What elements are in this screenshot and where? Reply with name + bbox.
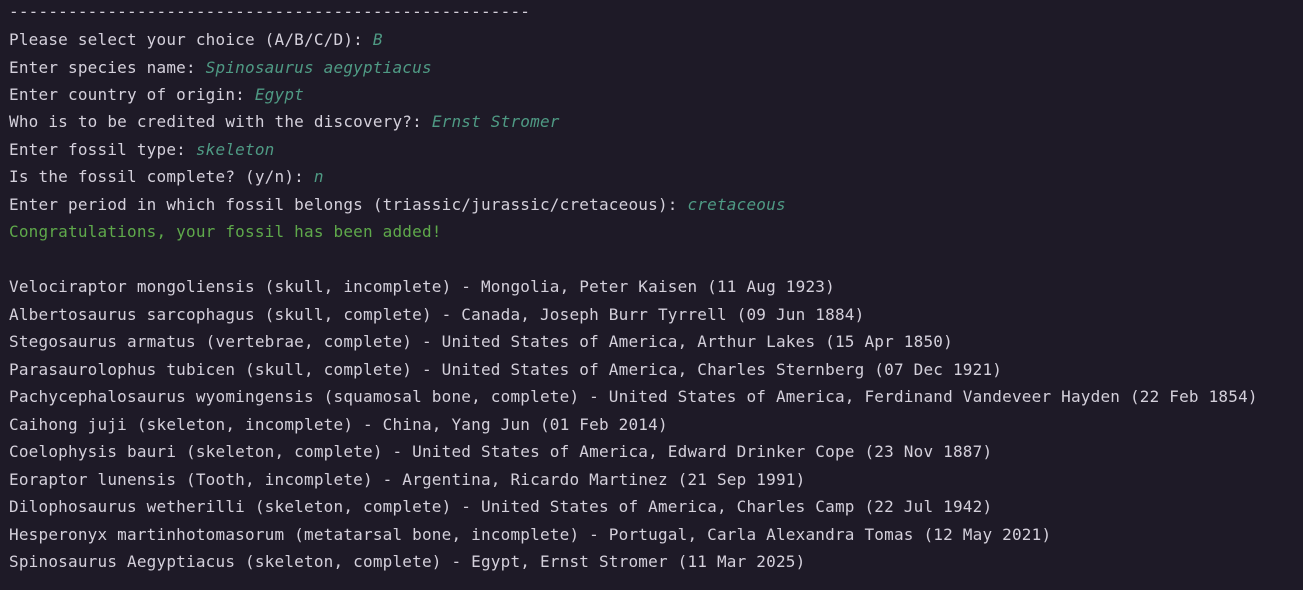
separator-line: ----------------------------------------… (9, 2, 531, 21)
prompt-line-complete: Is the fossil complete? (y/n): n (9, 166, 324, 188)
prompt-line-discoverer: Who is to be credited with the discovery… (9, 111, 560, 133)
fossil-list-item: Velociraptor mongoliensis (skull, incomp… (9, 277, 835, 296)
fossil-list-item: Spinosaurus Aegyptiacus (skeleton, compl… (9, 552, 806, 571)
fossil-list-item: Albertosaurus sarcophagus (skull, comple… (9, 305, 865, 324)
prompt-line-species: Enter species name: Spinosaurus aegyptia… (9, 57, 432, 79)
fossil-list-item: Coelophysis bauri (skeleton, complete) -… (9, 442, 993, 461)
prompt-input-value: Ernst Stromer (431, 112, 560, 131)
prompt-input-value: skeleton (195, 140, 275, 159)
prompt-input-value: n (313, 167, 324, 186)
fossil-list-item: Dilophosaurus wetherilli (skeleton, comp… (9, 497, 993, 516)
prompt-line-country: Enter country of origin: Egypt (9, 84, 304, 106)
prompt-line-choice: Please select your choice (A/B/C/D): B (9, 29, 383, 51)
prompt-label: Is the fossil complete? (y/n): (9, 167, 314, 186)
fossil-list-item: Hesperonyx martinhotomasorum (metatarsal… (9, 525, 1052, 544)
prompt-label: Enter country of origin: (9, 85, 255, 104)
prompt-input-value: Spinosaurus aegyptiacus (205, 58, 432, 77)
prompt-label: Please select your choice (A/B/C/D): (9, 30, 373, 49)
fossil-list-item: Eoraptor lunensis (Tooth, incomplete) - … (9, 470, 806, 489)
prompt-label: Enter species name: (9, 58, 206, 77)
prompt-input-value: B (372, 30, 383, 49)
fossil-list-item: Stegosaurus armatus (vertebrae, complete… (9, 332, 953, 351)
prompt-label: Who is to be credited with the discovery… (9, 112, 432, 131)
prompt-line-fossil-type: Enter fossil type: skeleton (9, 139, 275, 161)
fossil-list-item: Caihong juji (skeleton, incomplete) - Ch… (9, 415, 668, 434)
terminal-output: ----------------------------------------… (9, 0, 1303, 590)
prompt-input-value: Egypt (254, 85, 304, 104)
fossil-list-item: Parasaurolophus tubicen (skull, complete… (9, 360, 1003, 379)
prompt-input-value: cretaceous (687, 195, 786, 214)
prompt-label: Enter period in which fossil belongs (tr… (9, 195, 688, 214)
prompt-line-period: Enter period in which fossil belongs (tr… (9, 194, 786, 216)
prompt-label: Enter fossil type: (9, 140, 196, 159)
fossil-list-item: Pachycephalosaurus wyomingensis (squamos… (9, 387, 1258, 406)
success-message: Congratulations, your fossil has been ad… (9, 222, 442, 241)
